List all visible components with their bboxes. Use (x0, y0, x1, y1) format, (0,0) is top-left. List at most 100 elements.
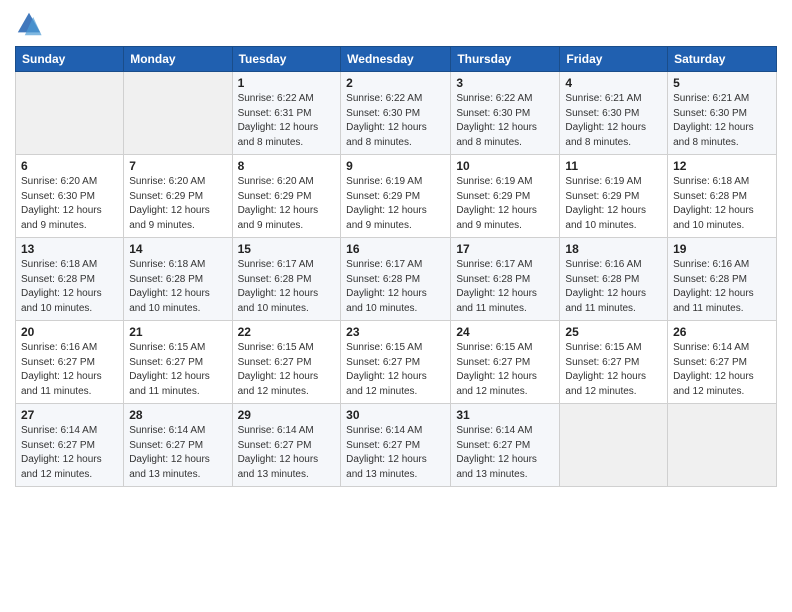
day-info: Sunrise: 6:18 AMSunset: 6:28 PMDaylight:… (673, 175, 771, 233)
day-info: Sunrise: 6:15 AMSunset: 6:27 PMDaylight:… (129, 341, 226, 399)
calendar-cell: 8 Sunrise: 6:20 AMSunset: 6:29 PMDaylight… (232, 155, 341, 238)
calendar-cell: 12 Sunrise: 6:18 AMSunset: 6:28 PMDayligh… (668, 155, 777, 238)
calendar-cell: 20 Sunrise: 6:16 AMSunset: 6:27 PMDayligh… (16, 321, 124, 404)
day-number: 5 (673, 76, 771, 90)
calendar-cell: 18 Sunrise: 6:16 AMSunset: 6:28 PMDayligh… (560, 238, 668, 321)
day-number: 11 (565, 159, 662, 173)
day-number: 23 (346, 325, 445, 339)
day-number: 22 (238, 325, 336, 339)
logo (15, 10, 47, 38)
day-number: 14 (129, 242, 226, 256)
day-info: Sunrise: 6:14 AMSunset: 6:27 PMDaylight:… (456, 424, 554, 482)
day-info: Sunrise: 6:15 AMSunset: 6:27 PMDaylight:… (456, 341, 554, 399)
day-info: Sunrise: 6:22 AMSunset: 6:31 PMDaylight:… (238, 92, 336, 150)
day-info: Sunrise: 6:14 AMSunset: 6:27 PMDaylight:… (21, 424, 118, 482)
calendar-header: SundayMondayTuesdayWednesdayThursdayFrid… (16, 47, 777, 72)
day-number: 24 (456, 325, 554, 339)
day-number: 30 (346, 408, 445, 422)
day-info: Sunrise: 6:19 AMSunset: 6:29 PMDaylight:… (456, 175, 554, 233)
calendar-cell: 15Sunrise: 6:17 AMSunset: 6:28 PMDayligh… (232, 238, 341, 321)
day-info: Sunrise: 6:22 AMSunset: 6:30 PMDaylight:… (456, 92, 554, 150)
day-number: 12 (673, 159, 771, 173)
calendar-cell: 29 Sunrise: 6:14 AMSunset: 6:27 PMDayligh… (232, 404, 341, 487)
calendar-week-5: 27Sunrise: 6:14 AMSunset: 6:27 PMDayligh… (16, 404, 777, 487)
weekday-header-friday: Friday (560, 47, 668, 72)
calendar-cell: 13 Sunrise: 6:18 AMSunset: 6:28 PMDayligh… (16, 238, 124, 321)
day-info: Sunrise: 6:16 AMSunset: 6:28 PMDaylight:… (565, 258, 662, 316)
calendar-week-2: 6 Sunrise: 6:20 AMSunset: 6:30 PMDaylight… (16, 155, 777, 238)
day-number: 8 (238, 159, 336, 173)
day-info: Sunrise: 6:17 AMSunset: 6:28 PMDaylight:… (456, 258, 554, 316)
calendar-week-3: 13 Sunrise: 6:18 AMSunset: 6:28 PMDayligh… (16, 238, 777, 321)
calendar-cell: 26 Sunrise: 6:14 AMSunset: 6:27 PMDayligh… (668, 321, 777, 404)
calendar-cell: 19 Sunrise: 6:16 AMSunset: 6:28 PMDayligh… (668, 238, 777, 321)
weekday-header-thursday: Thursday (451, 47, 560, 72)
day-info: Sunrise: 6:14 AMSunset: 6:27 PMDaylight:… (238, 424, 336, 482)
day-info: Sunrise: 6:15 AMSunset: 6:27 PMDaylight:… (565, 341, 662, 399)
day-number: 19 (673, 242, 771, 256)
calendar-cell: 17Sunrise: 6:17 AMSunset: 6:28 PMDayligh… (451, 238, 560, 321)
day-info: Sunrise: 6:17 AMSunset: 6:28 PMDaylight:… (346, 258, 445, 316)
calendar-cell (124, 72, 232, 155)
day-number: 10 (456, 159, 554, 173)
weekday-header-row: SundayMondayTuesdayWednesdayThursdayFrid… (16, 47, 777, 72)
calendar-cell: 2Sunrise: 6:22 AMSunset: 6:30 PMDaylight… (341, 72, 451, 155)
day-number: 16 (346, 242, 445, 256)
weekday-header-wednesday: Wednesday (341, 47, 451, 72)
day-info: Sunrise: 6:17 AMSunset: 6:28 PMDaylight:… (238, 258, 336, 316)
calendar-cell: 6 Sunrise: 6:20 AMSunset: 6:30 PMDaylight… (16, 155, 124, 238)
calendar-cell: 9Sunrise: 6:19 AMSunset: 6:29 PMDaylight… (341, 155, 451, 238)
day-number: 6 (21, 159, 118, 173)
calendar-cell: 5 Sunrise: 6:21 AMSunset: 6:30 PMDaylight… (668, 72, 777, 155)
day-number: 25 (565, 325, 662, 339)
calendar-cell: 3Sunrise: 6:22 AMSunset: 6:30 PMDaylight… (451, 72, 560, 155)
calendar-cell: 23Sunrise: 6:15 AMSunset: 6:27 PMDayligh… (341, 321, 451, 404)
calendar-cell: 30 Sunrise: 6:14 AMSunset: 6:27 PMDayligh… (341, 404, 451, 487)
calendar-cell: 22 Sunrise: 6:15 AMSunset: 6:27 PMDayligh… (232, 321, 341, 404)
day-number: 7 (129, 159, 226, 173)
logo-icon (15, 10, 43, 38)
day-number: 26 (673, 325, 771, 339)
calendar-week-1: 1 Sunrise: 6:22 AMSunset: 6:31 PMDaylight… (16, 72, 777, 155)
day-info: Sunrise: 6:18 AMSunset: 6:28 PMDaylight:… (21, 258, 118, 316)
day-number: 18 (565, 242, 662, 256)
day-info: Sunrise: 6:18 AMSunset: 6:28 PMDaylight:… (129, 258, 226, 316)
calendar-cell: 16 Sunrise: 6:17 AMSunset: 6:28 PMDayligh… (341, 238, 451, 321)
day-info: Sunrise: 6:20 AMSunset: 6:29 PMDaylight:… (238, 175, 336, 233)
day-number: 31 (456, 408, 554, 422)
day-number: 4 (565, 76, 662, 90)
header (15, 10, 777, 38)
calendar-cell: 27Sunrise: 6:14 AMSunset: 6:27 PMDayligh… (16, 404, 124, 487)
day-number: 20 (21, 325, 118, 339)
calendar-table: SundayMondayTuesdayWednesdayThursdayFrid… (15, 46, 777, 487)
day-info: Sunrise: 6:14 AMSunset: 6:27 PMDaylight:… (673, 341, 771, 399)
day-number: 21 (129, 325, 226, 339)
day-info: Sunrise: 6:20 AMSunset: 6:30 PMDaylight:… (21, 175, 118, 233)
calendar-cell (668, 404, 777, 487)
day-info: Sunrise: 6:21 AMSunset: 6:30 PMDaylight:… (565, 92, 662, 150)
calendar-cell: 1 Sunrise: 6:22 AMSunset: 6:31 PMDaylight… (232, 72, 341, 155)
day-info: Sunrise: 6:19 AMSunset: 6:29 PMDaylight:… (565, 175, 662, 233)
calendar-week-4: 20 Sunrise: 6:16 AMSunset: 6:27 PMDayligh… (16, 321, 777, 404)
weekday-header-tuesday: Tuesday (232, 47, 341, 72)
day-number: 29 (238, 408, 336, 422)
day-info: Sunrise: 6:21 AMSunset: 6:30 PMDaylight:… (673, 92, 771, 150)
calendar-page: SundayMondayTuesdayWednesdayThursdayFrid… (0, 0, 792, 612)
calendar-cell: 10 Sunrise: 6:19 AMSunset: 6:29 PMDayligh… (451, 155, 560, 238)
calendar-cell: 28Sunrise: 6:14 AMSunset: 6:27 PMDayligh… (124, 404, 232, 487)
calendar-cell: 14 Sunrise: 6:18 AMSunset: 6:28 PMDayligh… (124, 238, 232, 321)
day-number: 1 (238, 76, 336, 90)
day-number: 2 (346, 76, 445, 90)
calendar-cell: 31 Sunrise: 6:14 AMSunset: 6:27 PMDayligh… (451, 404, 560, 487)
day-info: Sunrise: 6:16 AMSunset: 6:27 PMDaylight:… (21, 341, 118, 399)
day-info: Sunrise: 6:15 AMSunset: 6:27 PMDaylight:… (238, 341, 336, 399)
day-info: Sunrise: 6:16 AMSunset: 6:28 PMDaylight:… (673, 258, 771, 316)
calendar-cell (16, 72, 124, 155)
day-info: Sunrise: 6:14 AMSunset: 6:27 PMDaylight:… (346, 424, 445, 482)
calendar-cell: 4 Sunrise: 6:21 AMSunset: 6:30 PMDaylight… (560, 72, 668, 155)
day-info: Sunrise: 6:19 AMSunset: 6:29 PMDaylight:… (346, 175, 445, 233)
calendar-cell: 25 Sunrise: 6:15 AMSunset: 6:27 PMDayligh… (560, 321, 668, 404)
weekday-header-saturday: Saturday (668, 47, 777, 72)
day-number: 13 (21, 242, 118, 256)
calendar-cell: 24 Sunrise: 6:15 AMSunset: 6:27 PMDayligh… (451, 321, 560, 404)
